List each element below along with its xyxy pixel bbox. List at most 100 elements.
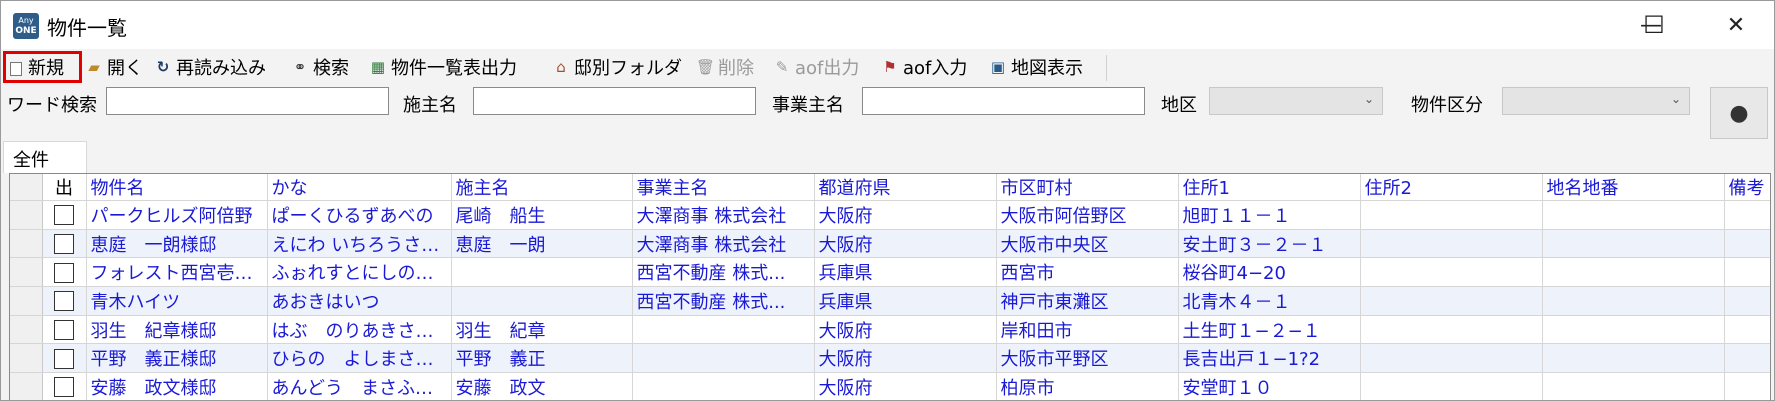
- output-checkbox[interactable]: [54, 377, 74, 398]
- output-checkbox[interactable]: [54, 234, 74, 255]
- cell-owner[interactable]: 恵庭 一朗: [451, 229, 633, 259]
- table-row[interactable]: フォレスト西宮壱番... ふぉれすとにしのみ... 西宮不動産 株式... 兵庫…: [10, 257, 1770, 288]
- cell-prefecture[interactable]: 兵庫県: [814, 257, 997, 288]
- cell-lot[interactable]: [1542, 343, 1725, 374]
- row-header[interactable]: [10, 229, 43, 259]
- cell-address1[interactable]: 安堂町１０: [1178, 372, 1361, 400]
- cell-address1[interactable]: 北青木４－１: [1178, 286, 1361, 316]
- cell-city[interactable]: 西宮市: [996, 257, 1179, 288]
- cell-address1[interactable]: 桜谷町4−20: [1178, 257, 1361, 288]
- aof-output-button[interactable]: ✎ aof出力: [773, 53, 860, 81]
- aof-input-button[interactable]: ⚑ aof入力: [881, 53, 967, 81]
- cell-address2[interactable]: [1360, 372, 1543, 400]
- cell-notes[interactable]: [1724, 200, 1770, 230]
- cell-kana[interactable]: ひらの よしまささま...: [267, 343, 452, 374]
- table-row[interactable]: 青木ハイツ あおきはいつ 西宮不動産 株式... 兵庫県 神戸市東灘区 北青木４…: [10, 286, 1770, 316]
- tab-all[interactable]: 全件: [3, 141, 87, 173]
- table-row[interactable]: 恵庭 一朗様邸 えにわ いちろうさま... 恵庭 一朗 大澤商事 株式会社 大阪…: [10, 229, 1770, 259]
- table-row[interactable]: 羽生 紀章様邸 はぶ のりあきさまて... 羽生 紀章 大阪府 岸和田市 土生町…: [10, 315, 1770, 345]
- open-button[interactable]: ▰ 開く: [85, 53, 143, 81]
- area-select[interactable]: ⌄: [1209, 87, 1383, 115]
- cell-lot[interactable]: [1542, 286, 1725, 316]
- house-folder-button[interactable]: ⌂ 邸別フォルダ: [552, 53, 682, 81]
- cell-notes[interactable]: [1724, 286, 1770, 316]
- cell-address2[interactable]: [1360, 257, 1543, 288]
- table-row[interactable]: パークヒルズ阿倍野 ぱーくひるずあべの 尾崎 船生 大澤商事 株式会社 大阪府 …: [10, 200, 1770, 230]
- cell-owner[interactable]: 尾崎 船生: [451, 200, 633, 230]
- export-list-button[interactable]: ▦ 物件一覧表出力: [369, 53, 517, 81]
- cell-owner[interactable]: 羽生 紀章: [451, 315, 633, 345]
- close-button[interactable]: ✕: [1701, 1, 1771, 49]
- cell-name[interactable]: フォレスト西宮壱番...: [86, 257, 268, 288]
- column-header-out[interactable]: 出: [42, 174, 87, 201]
- cell-business[interactable]: 西宮不動産 株式...: [632, 286, 815, 316]
- row-header[interactable]: [10, 257, 43, 288]
- cell-lot[interactable]: [1542, 257, 1725, 288]
- delete-button[interactable]: 🗑 削除: [696, 53, 754, 81]
- row-header[interactable]: [10, 343, 43, 374]
- cell-business[interactable]: [632, 343, 815, 374]
- cell-address2[interactable]: [1360, 343, 1543, 374]
- cell-owner[interactable]: 平野 義正: [451, 343, 633, 374]
- output-checkbox[interactable]: [54, 348, 74, 369]
- table-row[interactable]: 安藤 政文様邸 あんどう まさふみさ... 安藤 政文 大阪府 柏原市 安堂町１…: [10, 372, 1770, 400]
- cell-name[interactable]: 羽生 紀章様邸: [86, 315, 268, 345]
- output-checkbox[interactable]: [54, 205, 74, 226]
- column-header-prefecture[interactable]: 都道府県: [814, 174, 997, 201]
- cell-city[interactable]: 大阪市中央区: [996, 229, 1179, 259]
- cell-business[interactable]: [632, 315, 815, 345]
- cell-prefecture[interactable]: 大阪府: [814, 229, 997, 259]
- column-header-notes[interactable]: 備考: [1724, 174, 1770, 201]
- cell-city[interactable]: 大阪市平野区: [996, 343, 1179, 374]
- column-header-kana[interactable]: かな: [267, 174, 452, 201]
- cell-address1[interactable]: 長吉出戸１−1?2: [1178, 343, 1361, 374]
- cell-city[interactable]: 大阪市阿倍野区: [996, 200, 1179, 230]
- output-checkbox[interactable]: [54, 262, 74, 283]
- cell-kana[interactable]: あおきはいつ: [267, 286, 452, 316]
- cell-address1[interactable]: 土生町１−２−１: [1178, 315, 1361, 345]
- cell-notes[interactable]: [1724, 315, 1770, 345]
- column-header-name[interactable]: 物件名: [86, 174, 268, 201]
- cell-name[interactable]: パークヒルズ阿倍野: [86, 200, 268, 230]
- reload-button[interactable]: ↻ 再読み込み: [154, 53, 266, 81]
- cell-notes[interactable]: [1724, 343, 1770, 374]
- cell-city[interactable]: 岸和田市: [996, 315, 1179, 345]
- row-header[interactable]: [10, 315, 43, 345]
- cell-owner[interactable]: 安藤 政文: [451, 372, 633, 400]
- cell-address1[interactable]: 旭町１１－１: [1178, 200, 1361, 230]
- cell-business[interactable]: 大澤商事 株式会社: [632, 229, 815, 259]
- cell-prefecture[interactable]: 大阪府: [814, 315, 997, 345]
- cell-prefecture[interactable]: 大阪府: [814, 372, 997, 400]
- cell-business[interactable]: 大澤商事 株式会社: [632, 200, 815, 230]
- output-checkbox[interactable]: [54, 320, 74, 341]
- output-checkbox[interactable]: [54, 291, 74, 312]
- cell-owner[interactable]: [451, 257, 633, 288]
- cell-lot[interactable]: [1542, 229, 1725, 259]
- cell-prefecture[interactable]: 兵庫県: [814, 286, 997, 316]
- cell-business[interactable]: 西宮不動産 株式...: [632, 257, 815, 288]
- cell-lot[interactable]: [1542, 372, 1725, 400]
- cell-lot[interactable]: [1542, 200, 1725, 230]
- cell-notes[interactable]: [1724, 257, 1770, 288]
- cell-prefecture[interactable]: 大阪府: [814, 200, 997, 230]
- map-button[interactable]: ▣ 地図表示: [989, 53, 1083, 81]
- column-header-business[interactable]: 事業主名: [632, 174, 815, 201]
- cell-address2[interactable]: [1360, 229, 1543, 259]
- cell-kana[interactable]: はぶ のりあきさまて...: [267, 315, 452, 345]
- cell-city[interactable]: 柏原市: [996, 372, 1179, 400]
- clear-filter-button[interactable]: ●: [1710, 87, 1768, 139]
- cell-address2[interactable]: [1360, 200, 1543, 230]
- cell-notes[interactable]: [1724, 229, 1770, 259]
- row-header[interactable]: [10, 286, 43, 316]
- column-header-city[interactable]: 市区町村: [996, 174, 1179, 201]
- word-search-input[interactable]: [106, 87, 389, 115]
- column-header-lot[interactable]: 地名地番: [1542, 174, 1725, 201]
- cell-kana[interactable]: えにわ いちろうさま...: [267, 229, 452, 259]
- category-select[interactable]: ⌄: [1502, 87, 1690, 115]
- cell-name[interactable]: 恵庭 一朗様邸: [86, 229, 268, 259]
- owner-name-input[interactable]: [473, 87, 756, 115]
- cell-city[interactable]: 神戸市東灘区: [996, 286, 1179, 316]
- business-owner-input[interactable]: [862, 87, 1145, 115]
- new-button[interactable]: 新規: [3, 51, 82, 83]
- column-header-owner[interactable]: 施主名: [451, 174, 633, 201]
